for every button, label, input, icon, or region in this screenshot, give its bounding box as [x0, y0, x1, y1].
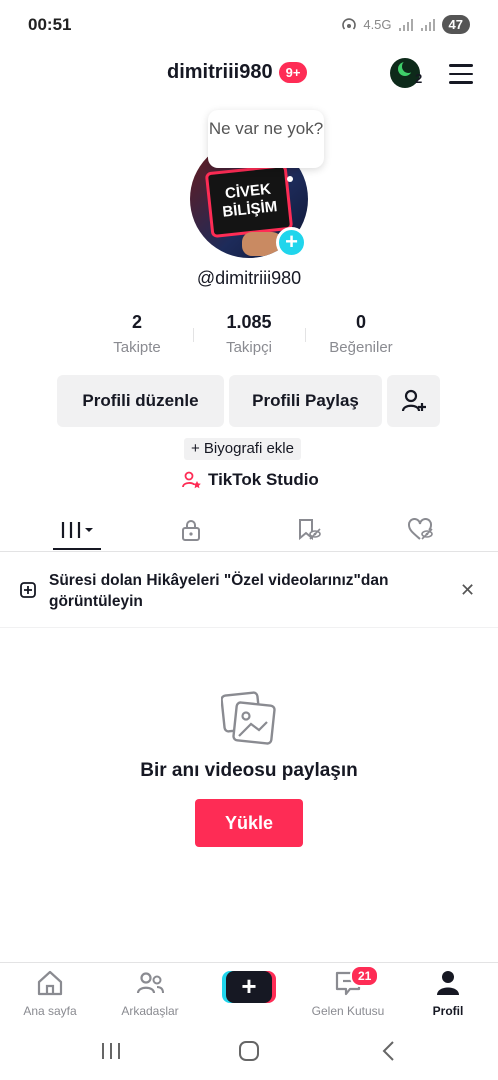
story-add-icon — [20, 582, 36, 598]
status-bubble[interactable]: Ne var ne yok? — [208, 110, 324, 168]
nav-profile[interactable]: Profil — [403, 969, 493, 1018]
stat-label: Takipte — [113, 339, 161, 356]
status-bar: 00:51 4.5G 47 — [0, 0, 498, 52]
empty-state-title: Bir anı videosu paylaşın — [140, 760, 358, 781]
stat-label: Takipçi — [226, 339, 272, 356]
username-switcher[interactable]: dimitriii980 9+ — [167, 61, 308, 84]
studio-person-star-icon — [182, 471, 201, 489]
bottom-navigation: Ana sayfa Arkadaşlar + Gelen Kutusu 21 P… — [0, 962, 498, 1020]
nav-label: Ana sayfa — [23, 1004, 77, 1018]
notice-text: Süresi dolan Hikâyeleri "Özel videoların… — [49, 572, 389, 610]
hamburger-menu-icon[interactable] — [449, 64, 473, 84]
tab-private[interactable] — [167, 508, 215, 552]
home-button-icon[interactable] — [238, 1040, 260, 1062]
profile-stats: 2 Takipte 1.085 Takipçi 0 Beğeniler — [0, 312, 498, 362]
battery-indicator: 47 — [441, 15, 470, 34]
signal-icon — [398, 18, 413, 31]
add-bio-button[interactable]: + Biyografi ekle — [184, 438, 301, 460]
share-profile-button[interactable]: Profili Paylaş — [229, 375, 382, 427]
nav-friends[interactable]: Arkadaşlar — [105, 969, 195, 1018]
stat-value: 2 — [131, 312, 142, 332]
nav-home[interactable]: Ana sayfa — [5, 969, 95, 1018]
profile-tabs — [0, 508, 498, 552]
account-count: 2 — [415, 71, 423, 86]
bookmark-hidden-icon — [299, 519, 321, 541]
profile-icon — [437, 971, 459, 995]
add-story-icon[interactable]: + — [276, 227, 307, 258]
recent-apps-icon[interactable] — [100, 1040, 122, 1062]
avatar-sign: CİVEK BİLİŞİM — [204, 163, 294, 239]
nav-label: Arkadaşlar — [121, 1004, 179, 1018]
close-icon[interactable]: ✕ — [460, 580, 475, 601]
status-icons: 4.5G 47 — [341, 15, 470, 34]
profile-header: dimitriii980 9+ 2 — [0, 56, 498, 92]
studio-label: TikTok Studio — [208, 470, 319, 489]
stat-followers[interactable]: 1.085 Takipçi — [194, 312, 304, 356]
add-friends-button[interactable] — [387, 375, 440, 427]
hotspot-icon — [342, 17, 357, 30]
stat-value: 0 — [355, 312, 366, 332]
status-time: 00:51 — [28, 15, 72, 34]
avatar-sign-text: CİVEK BİLİŞİM — [221, 180, 279, 221]
tab-videos[interactable] — [53, 508, 101, 552]
stat-likes[interactable]: 0 Beğeniler — [306, 312, 416, 356]
username-title: dimitriii980 — [167, 61, 273, 83]
nav-label: Profil — [432, 1004, 464, 1018]
active-tab-underline — [53, 548, 101, 550]
photos-icon — [221, 691, 276, 745]
create-video-button[interactable]: + — [222, 971, 276, 1003]
notifications-badge: 9+ — [278, 62, 308, 83]
back-icon[interactable] — [380, 1040, 398, 1062]
signal-icon-2 — [420, 18, 435, 31]
lock-icon — [182, 520, 200, 541]
grid-icon — [61, 522, 93, 538]
upload-button[interactable]: Yükle — [195, 799, 303, 847]
heart-hidden-icon — [408, 518, 433, 540]
plus-icon: + — [226, 971, 272, 1003]
friends-icon — [136, 972, 164, 994]
edit-profile-button[interactable]: Profili düzenle — [57, 375, 224, 427]
add-person-icon — [401, 389, 426, 412]
profile-actions: Profili düzenle Profili Paylaş — [0, 375, 498, 427]
nav-inbox[interactable]: Gelen Kutusu — [303, 969, 393, 1018]
network-label: 4.5G — [363, 17, 392, 32]
tab-liked[interactable] — [397, 508, 445, 552]
stat-value: 1.085 — [226, 312, 272, 332]
bubble-dot — [287, 176, 293, 182]
tiktok-studio-link[interactable]: TikTok Studio — [182, 470, 319, 490]
tab-saved[interactable] — [285, 508, 333, 552]
stories-notice: Süresi dolan Hikâyeleri "Özel videoların… — [0, 552, 498, 628]
system-navigation — [0, 1024, 498, 1080]
home-icon — [37, 970, 63, 996]
nav-label: Gelen Kutusu — [311, 1004, 385, 1018]
profile-handle: @dimitriii980 — [196, 268, 302, 288]
stat-label: Beğeniler — [329, 339, 393, 356]
inbox-badge: 21 — [350, 965, 380, 987]
stat-following[interactable]: 2 Takipte — [82, 312, 192, 356]
